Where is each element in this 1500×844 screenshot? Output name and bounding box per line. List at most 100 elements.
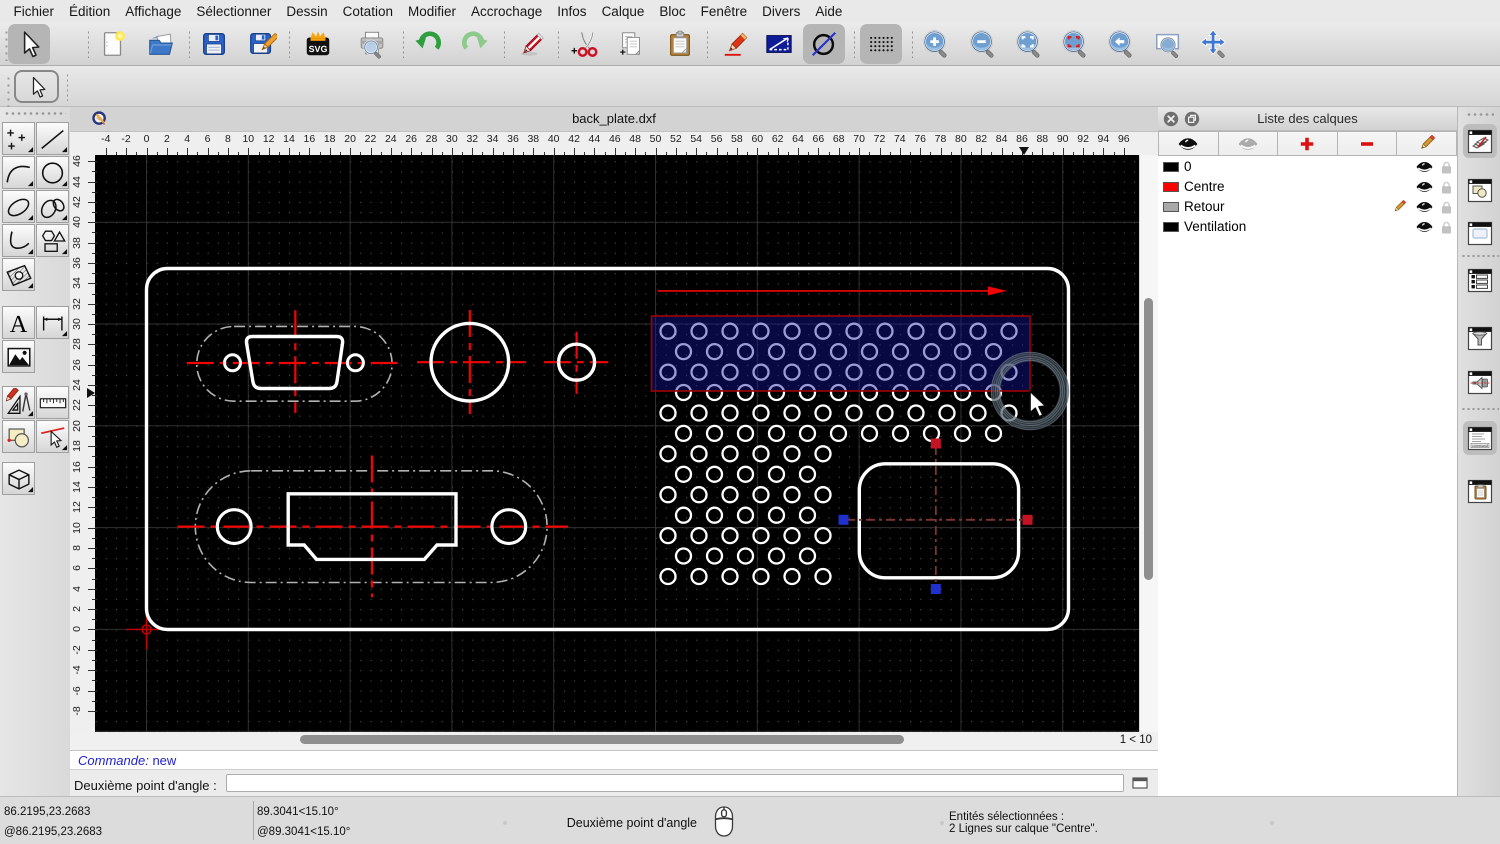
filter-dock-button[interactable]	[1463, 321, 1497, 355]
menu-accrochage[interactable]: Accrochage	[463, 4, 549, 19]
block-tools[interactable]	[2, 420, 35, 453]
palette-handle[interactable]	[4, 112, 66, 115]
grid-toggle-button[interactable]	[860, 24, 902, 64]
save-button[interactable]	[197, 27, 231, 61]
block-list-dock-button[interactable]	[1463, 173, 1497, 207]
library-dock-button[interactable]	[1463, 216, 1497, 250]
export-svg-button[interactable]: SVG	[301, 27, 335, 61]
clipboard-dock-button[interactable]	[1463, 474, 1497, 508]
solid-tools[interactable]	[2, 462, 35, 495]
select-tools[interactable]	[36, 420, 69, 453]
zoom-previous-button[interactable]	[1104, 27, 1138, 61]
layer-row-centre[interactable]: Centre	[1158, 177, 1457, 197]
v-ruler-tick	[88, 649, 95, 651]
vertical-scrollbar[interactable]	[1139, 155, 1158, 732]
zoom-selection-button[interactable]	[1058, 27, 1092, 61]
vertical-scrollbar-thumb[interactable]	[1144, 298, 1153, 580]
menu-aide[interactable]: Aide	[808, 4, 850, 19]
copy-button[interactable]: +	[614, 27, 648, 61]
hatch-tool[interactable]	[2, 258, 35, 291]
shapes-tool[interactable]	[36, 224, 69, 257]
menu-fichier[interactable]: Fichier	[6, 4, 62, 19]
zoom-out-button[interactable]	[966, 27, 1000, 61]
layer-row-0[interactable]: 0	[1158, 157, 1457, 177]
hide-all-layers-button[interactable]	[1218, 131, 1279, 156]
layer-color-swatch[interactable]	[1163, 222, 1179, 232]
arc-tool[interactable]	[2, 156, 35, 189]
delete-button[interactable]	[515, 27, 549, 61]
menu-calque[interactable]: Calque	[594, 4, 652, 19]
menu-dessin[interactable]: Dessin	[279, 4, 335, 19]
select-pointer-button[interactable]	[8, 24, 50, 64]
modify-tools[interactable]	[2, 386, 35, 419]
layer-list-dock-button[interactable]	[1463, 124, 1497, 158]
remove-layer-button[interactable]	[1337, 131, 1398, 156]
zoom-in-button[interactable]	[919, 27, 953, 61]
drawing-canvas[interactable]	[95, 155, 1139, 732]
command-input[interactable]	[226, 773, 1124, 792]
edit-layer-button[interactable]	[1397, 131, 1457, 156]
document-tab-title[interactable]: back_plate.dxf	[70, 111, 1158, 126]
command-dock-button[interactable]: command	[1463, 421, 1497, 455]
layer-color-swatch[interactable]	[1163, 182, 1179, 192]
zoom-auto-button[interactable]	[1012, 27, 1046, 61]
insert-dock-button[interactable]	[1463, 365, 1497, 399]
menu-fentre[interactable]: Fenêtre	[693, 4, 755, 19]
menu-divers[interactable]: Divers	[755, 4, 808, 19]
polyline-tool[interactable]	[2, 224, 35, 257]
menu-affichage[interactable]: Affichage	[118, 4, 189, 19]
ellipse-tool[interactable]	[2, 190, 35, 223]
undo-button[interactable]	[411, 27, 445, 61]
line-tool[interactable]	[36, 122, 69, 155]
layer-visibility-toggle[interactable]	[1416, 160, 1433, 178]
menu-dition[interactable]: Édition	[62, 4, 118, 19]
toolbar-handle[interactable]	[7, 75, 10, 107]
attributes-button[interactable]	[719, 27, 753, 61]
layer-color-swatch[interactable]	[1163, 162, 1179, 172]
redo-button[interactable]	[458, 27, 492, 61]
cut-button[interactable]: +	[568, 27, 602, 61]
open-document-button[interactable]	[144, 27, 178, 61]
command-dock-toggle-button[interactable]	[1128, 774, 1152, 792]
handle-red	[930, 438, 941, 449]
document-tab-bar: back_plate.dxf	[70, 107, 1158, 132]
add-layer-button[interactable]	[1278, 131, 1338, 156]
dock-handle[interactable]	[1466, 113, 1494, 116]
new-document-button[interactable]	[96, 27, 130, 61]
layer-list-panel: Liste des calques 0 Centre Retour Ventilatio…	[1158, 107, 1457, 797]
points-tool[interactable]	[2, 122, 35, 155]
selection-pointer-button[interactable]	[14, 70, 59, 103]
layer-visibility-toggle[interactable]	[1416, 220, 1433, 238]
show-all-layers-button[interactable]	[1158, 131, 1219, 156]
restrict-nothing-button[interactable]	[803, 24, 845, 64]
zoom-pan-button[interactable]	[1197, 27, 1231, 61]
measure-tool[interactable]	[36, 386, 69, 419]
horizontal-scrollbar[interactable]: 1 < 10	[70, 732, 1158, 750]
menu-bloc[interactable]: Bloc	[652, 4, 693, 19]
entity-tree-dock-button[interactable]	[1463, 263, 1497, 297]
zoom-window-button[interactable]	[1151, 27, 1185, 61]
circle-tool[interactable]	[36, 156, 69, 189]
horizontal-scrollbar-thumb[interactable]	[300, 735, 904, 744]
layer-lock-toggle[interactable]	[1439, 220, 1454, 240]
menu-modifier[interactable]: Modifier	[400, 4, 463, 19]
layer-color-swatch[interactable]	[1163, 202, 1179, 212]
snap-angle-button[interactable]	[762, 27, 796, 61]
paste-button[interactable]	[663, 27, 697, 61]
print-preview-button[interactable]	[355, 27, 389, 61]
layer-visibility-toggle[interactable]	[1416, 180, 1433, 198]
right-dock-bar: command	[1457, 107, 1500, 797]
layer-row-ventilation[interactable]: Ventilation	[1158, 217, 1457, 237]
image-tool[interactable]	[2, 340, 35, 373]
text-tool[interactable]: A	[2, 306, 35, 339]
menu-infos[interactable]: Infos	[550, 4, 594, 19]
grid-dots-icon	[870, 36, 893, 52]
layer-visibility-toggle[interactable]	[1416, 200, 1433, 218]
save-as-button[interactable]	[245, 27, 279, 61]
dimension-tool[interactable]	[36, 306, 69, 339]
menu-slectionner[interactable]: Sélectionner	[189, 4, 279, 19]
layer-row-retour[interactable]: Retour	[1158, 197, 1457, 217]
spline-tool[interactable]	[36, 190, 69, 223]
polyline-icon	[9, 230, 33, 254]
menu-cotation[interactable]: Cotation	[335, 4, 400, 19]
